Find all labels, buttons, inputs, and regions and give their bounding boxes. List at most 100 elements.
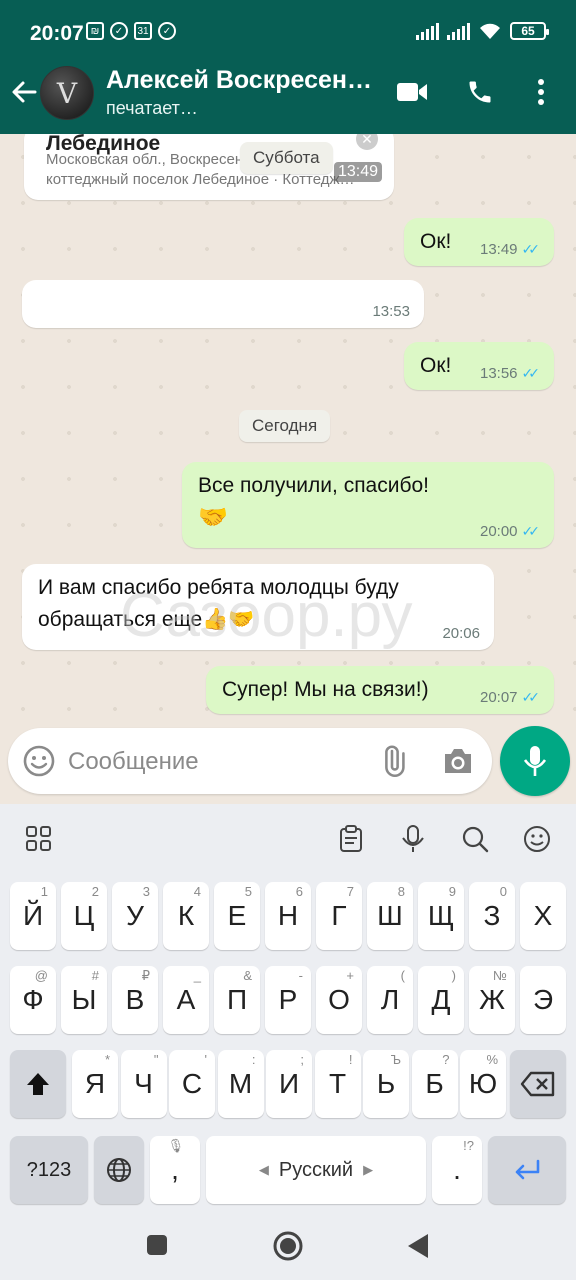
search-icon[interactable] <box>460 824 490 854</box>
shift-key[interactable] <box>10 1050 66 1118</box>
key-label: Д <box>431 984 451 1015</box>
contact-status: печатает… <box>106 98 198 118</box>
signal-icon <box>447 22 470 40</box>
key-Н[interactable]: 6Н <box>265 882 311 950</box>
key-Ы[interactable]: # Ы <box>61 966 107 1034</box>
key-Ц[interactable]: 2Ц <box>61 882 107 950</box>
key-label: К <box>177 900 195 931</box>
more-options-icon[interactable] <box>534 78 548 106</box>
message-meta: 20:00 ✓✓ <box>480 523 540 540</box>
message-time: 13:49 <box>479 241 518 258</box>
key-Ж[interactable]: № Ж <box>469 966 515 1034</box>
apps-grid-icon[interactable] <box>24 824 54 854</box>
key-З[interactable]: 0З <box>469 882 515 950</box>
message-text: Ок! <box>420 354 452 377</box>
chat-area[interactable]: Лебединое Московская обл., Воскресенский… <box>0 134 576 736</box>
key-label: Т <box>328 1068 347 1099</box>
key-Щ[interactable]: 9Щ <box>418 882 464 950</box>
key-О[interactable]: + О <box>316 966 362 1034</box>
key-label: Щ <box>427 900 455 931</box>
attach-icon[interactable] <box>376 744 410 778</box>
key-И[interactable]: ; И <box>266 1050 312 1118</box>
key-hint: ( <box>400 968 405 983</box>
key-Й[interactable]: 1Й <box>10 882 56 950</box>
battery-level: 65 <box>521 24 535 38</box>
outgoing-message[interactable]: Все получили, спасибо! 🤝 20:00 ✓✓ <box>182 462 554 548</box>
message-input[interactable] <box>68 742 358 782</box>
voice-input-icon[interactable] <box>398 824 428 854</box>
clipboard-icon[interactable] <box>336 824 366 854</box>
outgoing-message[interactable]: Ок! 13:49 ✓✓ <box>404 218 554 266</box>
recents-icon[interactable] <box>146 1234 168 1256</box>
home-icon[interactable] <box>272 1230 304 1262</box>
key-М[interactable]: :М <box>217 1050 264 1118</box>
key-label: Г <box>331 900 347 931</box>
keyboard: 1Й2Ц3У4К5Е6Н7Г8Ш9Щ0ЗХ @ Ф # Ы ₽ В _ А & П - Р + О(Л) Д… <box>0 804 576 1216</box>
key-Я[interactable]: * Я <box>72 1050 118 1118</box>
key-Д[interactable]: ) Д <box>418 966 464 1034</box>
key-У[interactable]: 3У <box>112 882 158 950</box>
key-label: Х <box>533 900 553 931</box>
key-hint: % <box>486 1052 498 1067</box>
key-Л[interactable]: (Л <box>367 966 413 1034</box>
key-Ф[interactable]: @ Ф <box>10 966 56 1034</box>
key-Х[interactable]: Х <box>520 882 566 950</box>
key-hint: ₽ <box>141 968 150 983</box>
back-icon[interactable] <box>406 1232 430 1260</box>
key-Е[interactable]: 5Е <box>214 882 260 950</box>
incoming-message[interactable]: И вам спасибо ребята молодцы буду обраща… <box>22 564 494 650</box>
key-Э[interactable]: Э <box>520 966 566 1034</box>
key-К[interactable]: 4К <box>163 882 209 950</box>
language-key[interactable] <box>94 1136 144 1204</box>
key-Ш[interactable]: 8Ш <box>367 882 413 950</box>
key-Ю[interactable]: % Ю <box>460 1050 506 1118</box>
voice-message-button[interactable] <box>500 726 570 796</box>
voice-call-icon[interactable] <box>466 78 494 106</box>
key-label: Ь <box>376 1068 396 1099</box>
enter-key[interactable] <box>488 1136 566 1204</box>
key-Ч[interactable]: " Ч <box>120 1050 167 1118</box>
key-В[interactable]: ₽ В <box>112 966 158 1034</box>
emoji-icon[interactable] <box>522 824 552 854</box>
read-ticks-icon: ✓✓ <box>521 241 541 257</box>
key-label: Ц <box>73 900 95 931</box>
incoming-message[interactable]: 13:53 <box>22 280 424 328</box>
period-key-label: . <box>453 1154 461 1185</box>
message-meta: 13:49 ✓✓ <box>480 241 540 258</box>
message-meta: 13:56 ✓✓ <box>480 365 540 382</box>
space-key-label: Русский <box>278 1158 354 1181</box>
key-А[interactable]: _ А <box>163 966 209 1034</box>
space-key[interactable]: ◀ Русский ▶ <box>206 1136 426 1204</box>
key-label: Ж <box>479 984 505 1015</box>
location-message[interactable]: Лебединое Московская обл., Воскресенский… <box>24 134 394 200</box>
back-arrow-icon[interactable] <box>10 78 38 106</box>
key-hint: _ <box>193 968 201 983</box>
backspace-key[interactable] <box>510 1050 566 1118</box>
comma-key-label: , <box>171 1154 179 1185</box>
key-Б[interactable]: ? Б <box>411 1050 458 1118</box>
key-label: Э <box>532 984 554 1015</box>
outgoing-message[interactable]: Ок! 13:56 ✓✓ <box>404 342 554 390</box>
message-meta: 13:53 <box>372 303 410 320</box>
calendar-icon: 31 <box>134 22 152 40</box>
key-П[interactable]: & П <box>214 966 260 1034</box>
status-bar: 20:07 ₪ ✓ 31 ✓ 65 <box>0 0 576 66</box>
key-Г[interactable]: 7Г <box>316 882 362 950</box>
comma-key[interactable]: 🎙 , <box>150 1136 200 1204</box>
emoji-icon[interactable] <box>22 744 56 778</box>
key-С[interactable]: ' С <box>169 1050 215 1118</box>
outgoing-message[interactable]: Супер! Мы на связи!) 20:07 ✓✓ <box>206 666 554 714</box>
message-time: 20:06 <box>442 625 480 642</box>
camera-icon[interactable] <box>442 746 474 776</box>
key-Ь[interactable]: ЪЬ <box>363 1050 409 1118</box>
key-Т[interactable]: ! Т <box>314 1050 361 1118</box>
close-icon[interactable]: ✕ <box>356 134 378 150</box>
key-hint: 9 <box>448 884 456 899</box>
video-call-icon[interactable] <box>396 80 428 104</box>
key-label: А <box>176 984 196 1015</box>
contact-name[interactable]: Алексей Воскресен… <box>106 66 376 95</box>
key-Р[interactable]: -Р <box>265 966 311 1034</box>
avatar[interactable]: V <box>40 66 94 120</box>
symbols-key[interactable]: ?123 <box>10 1136 88 1204</box>
period-key[interactable]: !? . <box>432 1136 482 1204</box>
